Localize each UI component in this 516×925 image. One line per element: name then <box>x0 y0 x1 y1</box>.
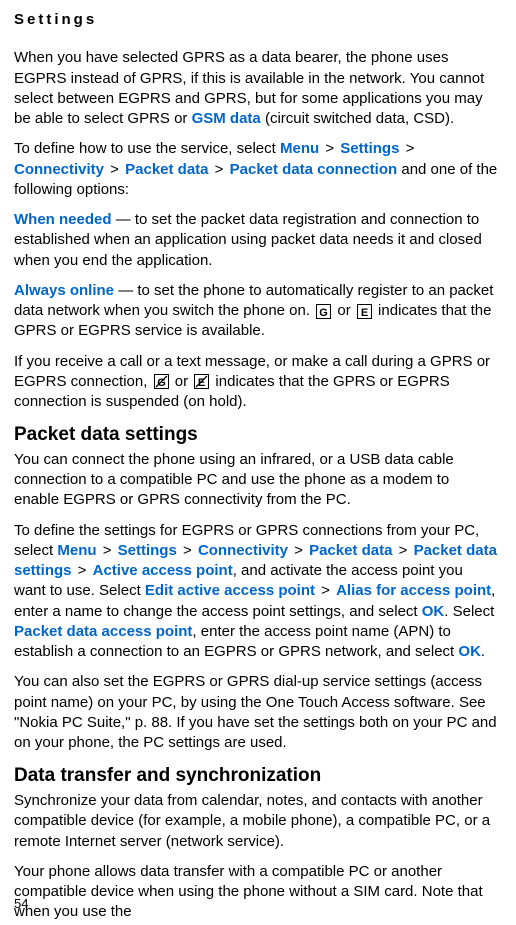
separator: > <box>321 140 338 157</box>
paragraph-synchronize: Synchronize your data from calendar, not… <box>14 791 498 852</box>
text: Synchronize your data from calendar, not… <box>14 792 490 850</box>
text: or <box>333 302 355 319</box>
egprs-e-icon: E <box>357 304 372 319</box>
paragraph-connection-suspended: If you receive a call or a text message,… <box>14 352 498 413</box>
paragraph-data-transfer: Your phone allows data transfer with a c… <box>14 862 498 923</box>
text: Your phone allows data transfer with a c… <box>14 863 483 921</box>
egprs-suspended-icon: E <box>194 374 209 389</box>
text: . Select <box>444 603 494 620</box>
term-settings: Settings <box>118 542 177 559</box>
separator: > <box>317 582 334 599</box>
term-when-needed: When needed <box>14 211 112 228</box>
separator: > <box>290 542 307 559</box>
paragraph-define-settings: To define the settings for EGPRS or GPRS… <box>14 521 498 663</box>
text: You can also set the EGPRS or GPRS dial-… <box>14 673 497 751</box>
separator: > <box>401 140 414 157</box>
separator: > <box>211 161 228 178</box>
term-connectivity: Connectivity <box>14 161 104 178</box>
term-alias-for-access-point: Alias for access point <box>336 582 491 599</box>
svg-text:E: E <box>361 307 368 319</box>
separator: > <box>74 562 91 579</box>
term-packet-data: Packet data <box>125 161 208 178</box>
term-packet-data: Packet data <box>309 542 392 559</box>
term-ok: OK <box>422 603 445 620</box>
separator: > <box>106 161 123 178</box>
text: (circuit switched data, CSD). <box>261 110 454 127</box>
term-packet-data-access-point: Packet data access point <box>14 623 192 640</box>
gprs-suspended-icon: G <box>154 374 169 389</box>
text: . <box>481 643 485 660</box>
svg-text:G: G <box>319 307 328 319</box>
term-connectivity: Connectivity <box>198 542 288 559</box>
paragraph-when-needed: When needed — to set the packet data reg… <box>14 210 498 271</box>
term-menu: Menu <box>57 542 96 559</box>
heading-packet-data-settings: Packet data settings <box>14 422 498 448</box>
term-active-access-point: Active access point <box>93 562 233 579</box>
page-header: Settings <box>14 10 498 30</box>
paragraph-define-service: To define how to use the service, select… <box>14 139 498 200</box>
separator: > <box>99 542 116 559</box>
term-gsm-data: GSM data <box>192 110 261 127</box>
separator: > <box>394 542 411 559</box>
term-packet-data-connection: Packet data connection <box>230 161 398 178</box>
heading-data-transfer-sync: Data transfer and synchronization <box>14 763 498 789</box>
gprs-g-icon: G <box>316 304 331 319</box>
text: or <box>171 373 193 390</box>
paragraph-connect-pc: You can connect the phone using an infra… <box>14 450 498 511</box>
term-edit-active-access-point: Edit active access point <box>145 582 315 599</box>
paragraph-always-online: Always online — to set the phone to auto… <box>14 281 498 342</box>
term-settings: Settings <box>340 140 399 157</box>
term-always-online: Always online <box>14 282 114 299</box>
text: You can connect the phone using an infra… <box>14 451 454 509</box>
text: To define how to use the service, select <box>14 140 280 157</box>
paragraph-dialup-settings: You can also set the EGPRS or GPRS dial-… <box>14 672 498 753</box>
term-menu: Menu <box>280 140 319 157</box>
paragraph-gprs-intro: When you have selected GPRS as a data be… <box>14 48 498 129</box>
page-number: 54 <box>14 895 28 913</box>
separator: > <box>179 542 196 559</box>
term-ok: OK <box>458 643 481 660</box>
